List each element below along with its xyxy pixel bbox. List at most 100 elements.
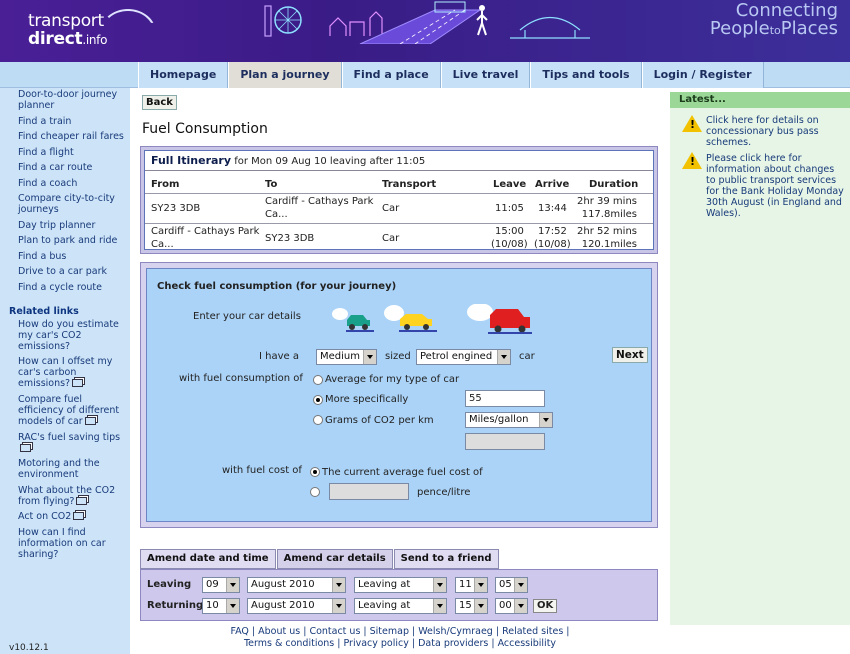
returning-month-select[interactable]: August 2010 xyxy=(247,598,346,614)
sidebar-link-park-and-ride[interactable]: Plan to park and ride xyxy=(18,235,132,246)
leaving-month-select[interactable]: August 2010 xyxy=(247,577,346,593)
related-link-offset[interactable]: How can I offset my car's carbon emissio… xyxy=(18,356,130,389)
sidebar-link-find-coach[interactable]: Find a coach xyxy=(18,178,132,189)
leaving-label: Leaving xyxy=(147,579,192,590)
chevron-down-icon xyxy=(332,578,345,592)
nav-tab-login-register[interactable]: Login / Register xyxy=(641,62,764,88)
related-link-car-sharing[interactable]: How can I find information on car sharin… xyxy=(18,527,122,560)
warning-icon xyxy=(682,152,702,170)
table-row: Cardiff - Cathays Park Ca... SY23 3DB Ca… xyxy=(145,223,653,253)
external-link-icon xyxy=(20,444,31,452)
fuel-consumption-input[interactable]: 55 xyxy=(465,390,545,407)
logo-line1: transport xyxy=(28,11,104,31)
radio-current-fuel-cost[interactable] xyxy=(310,467,320,477)
ok-button[interactable]: OK xyxy=(533,599,558,613)
chevron-down-icon xyxy=(474,599,487,613)
sidebar-link-find-flight[interactable]: Find a flight xyxy=(18,147,132,158)
nav-tab-find-a-place[interactable]: Find a place xyxy=(341,62,441,88)
radio-grams-co2-label: Grams of CO2 per km xyxy=(325,415,434,426)
itinerary-panel: Full Itinerary for Mon 09 Aug 10 leaving… xyxy=(140,146,658,254)
chevron-down-icon xyxy=(539,413,552,427)
car-details-label: Enter your car details xyxy=(193,311,301,322)
nav-tab-live-travel[interactable]: Live travel xyxy=(440,62,531,88)
tab-send-to-friend[interactable]: Send to a friend xyxy=(393,549,499,569)
sidebar-link-find-bus[interactable]: Find a bus xyxy=(18,251,132,262)
chevron-down-icon xyxy=(332,599,345,613)
col-header-duration: Duration xyxy=(589,179,639,190)
col-header-transport: Transport xyxy=(382,179,437,190)
page-title: Fuel Consumption xyxy=(142,121,268,137)
radio-custom-fuel-cost[interactable] xyxy=(310,487,320,497)
co2-grams-input[interactable] xyxy=(465,433,545,450)
fuel-cost-label: with fuel cost of xyxy=(222,465,302,476)
radio-current-fuel-cost-label: The current average fuel cost of xyxy=(322,467,483,478)
warning-icon xyxy=(682,115,702,133)
leaving-hour-select[interactable]: 11 xyxy=(455,577,488,593)
external-link-icon xyxy=(76,497,88,505)
amend-tabs: Amend date and time Amend car details Se… xyxy=(140,549,500,569)
related-link-rac-tips[interactable]: RAC's fuel saving tips xyxy=(18,432,130,454)
nav-tab-homepage[interactable]: Homepage xyxy=(138,62,229,88)
returning-day-select[interactable]: 10 xyxy=(202,598,240,614)
logo-swoosh-icon xyxy=(100,9,156,33)
latest-item-bank-holiday[interactable]: Please click here for information about … xyxy=(706,153,846,219)
footer-links-line2[interactable]: Terms & conditions | Privacy policy | Da… xyxy=(130,638,670,650)
col-header-to: To xyxy=(265,179,278,190)
sidebar-link-car-park[interactable]: Drive to a car park xyxy=(18,266,132,277)
back-button[interactable]: Back xyxy=(142,95,177,110)
chevron-down-icon xyxy=(226,599,239,613)
engine-type-select[interactable]: Petrol engined xyxy=(416,349,511,365)
leaving-day-select[interactable]: 09 xyxy=(202,577,240,593)
fuel-consumption-panel: Check fuel consumption (for your journey… xyxy=(140,262,658,528)
leaving-minute-select[interactable]: 05 xyxy=(495,577,528,593)
consumption-unit-select[interactable]: Miles/gallon xyxy=(465,412,553,428)
sidebar-link-cheaper-rail[interactable]: Find cheaper rail fares xyxy=(18,131,132,142)
i-have-a-label: I have a xyxy=(259,351,299,362)
site-header: transport direct.info Connecting Peoplet… xyxy=(0,0,850,62)
site-logo[interactable]: transport direct.info xyxy=(28,9,156,49)
chevron-down-icon xyxy=(514,599,527,613)
chevron-down-icon xyxy=(497,350,510,364)
related-link-co2-flying[interactable]: What about the CO2 from flying? xyxy=(18,485,130,507)
external-link-icon xyxy=(72,379,84,387)
sidebar-link-door-to-door[interactable]: Door-to-door journey planner xyxy=(18,89,132,111)
related-link-motoring-environment[interactable]: Motoring and the environment xyxy=(18,458,118,480)
sidebar-link-city-to-city[interactable]: Compare city-to-city journeys xyxy=(18,193,132,215)
tab-amend-car-details[interactable]: Amend car details xyxy=(276,549,393,569)
sidebar-link-day-trip[interactable]: Day trip planner xyxy=(18,220,132,231)
radio-more-specifically-label: More specifically xyxy=(325,394,409,405)
returning-type-select[interactable]: Leaving at xyxy=(354,598,447,614)
car-label: car xyxy=(519,351,535,362)
returning-minute-select[interactable]: 00 xyxy=(495,598,528,614)
pence-per-litre-label: pence/litre xyxy=(417,487,471,498)
latest-item-concessionary[interactable]: Click here for details on concessionary … xyxy=(706,115,846,148)
radio-average[interactable] xyxy=(313,375,323,385)
tab-amend-date-time[interactable]: Amend date and time xyxy=(140,549,276,569)
skyline-illustration-icon xyxy=(264,1,590,44)
site-footer: FAQ | About us | Contact us | Sitemap | … xyxy=(130,625,670,654)
chevron-down-icon xyxy=(433,599,446,613)
latest-news-panel: Latest... Click here for details on conc… xyxy=(670,92,850,625)
chevron-down-icon xyxy=(363,350,376,364)
footer-links-line1[interactable]: FAQ | About us | Contact us | Sitemap | … xyxy=(130,626,670,638)
consumption-label: with fuel consumption of xyxy=(179,373,303,384)
related-link-compare-efficiency[interactable]: Compare fuel efficiency of different mod… xyxy=(18,394,130,427)
fuel-cost-input[interactable] xyxy=(329,483,409,500)
next-button[interactable]: Next xyxy=(612,347,648,363)
logo-suffix: .info xyxy=(82,33,108,47)
sidebar-link-find-train[interactable]: Find a train xyxy=(18,116,132,127)
nav-tab-tips-and-tools[interactable]: Tips and tools xyxy=(530,62,642,88)
nav-tab-plan-a-journey[interactable]: Plan a journey xyxy=(228,62,342,88)
amend-date-panel: Leaving 09 August 2010 Leaving at 11 05 … xyxy=(140,569,658,621)
leaving-type-select[interactable]: Leaving at xyxy=(354,577,447,593)
radio-average-label: Average for my type of car xyxy=(325,374,460,385)
returning-hour-select[interactable]: 15 xyxy=(455,598,488,614)
radio-more-specifically[interactable] xyxy=(313,395,323,405)
related-link-act-on-co2[interactable]: Act on CO2 xyxy=(18,511,132,522)
sidebar-link-cycle-route[interactable]: Find a cycle route xyxy=(18,282,132,293)
car-size-select[interactable]: Medium xyxy=(316,349,377,365)
itinerary-heading: Full Itinerary for Mon 09 Aug 10 leaving… xyxy=(145,151,653,171)
radio-grams-co2[interactable] xyxy=(313,415,323,425)
related-link-co2-estimate[interactable]: How do you estimate my car's CO2 emissio… xyxy=(18,319,132,352)
sidebar-link-car-route[interactable]: Find a car route xyxy=(18,162,132,173)
